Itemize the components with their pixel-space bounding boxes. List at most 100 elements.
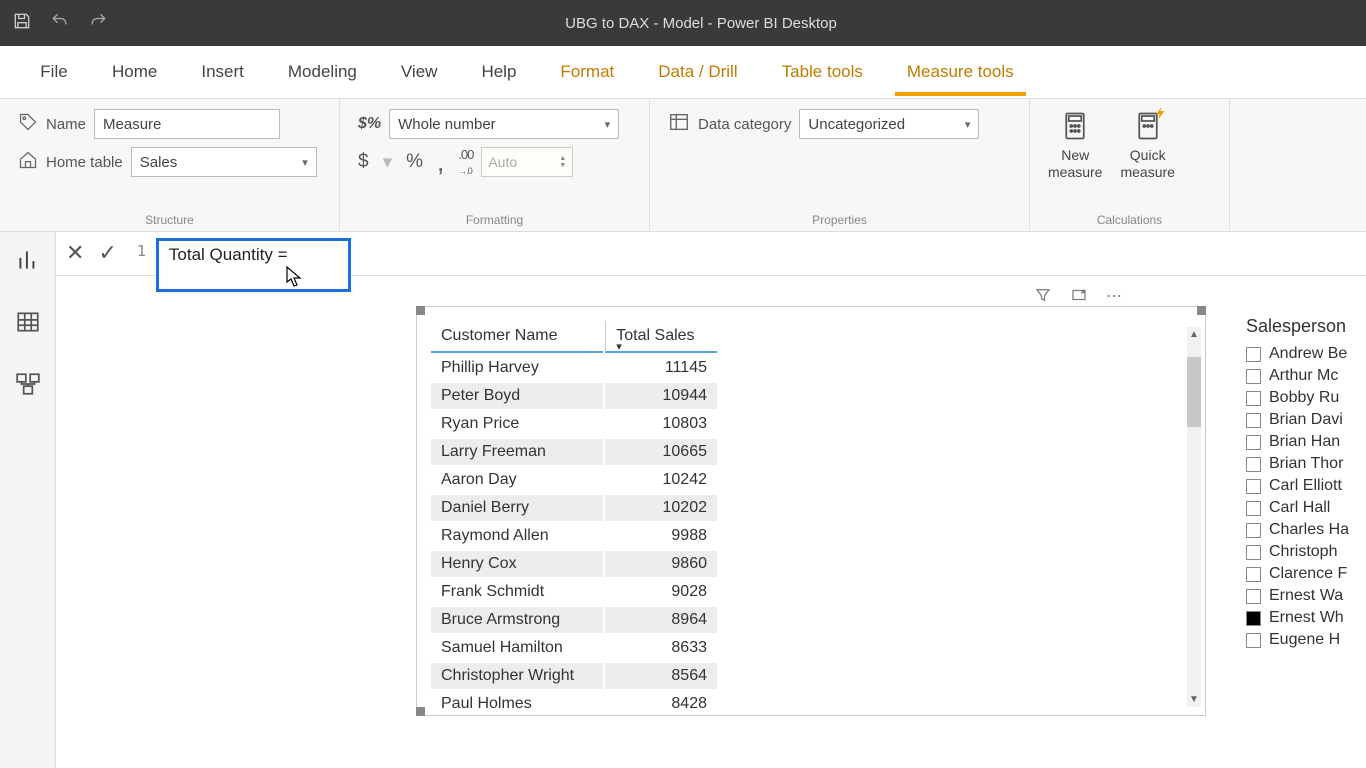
data-view-button[interactable] [12, 306, 44, 338]
tab-modeling[interactable]: Modeling [266, 46, 379, 98]
table-row[interactable]: Daniel Berry10202 [431, 495, 717, 521]
table-row[interactable]: Aaron Day10242 [431, 467, 717, 493]
table-row[interactable]: Paul Holmes8428 [431, 691, 717, 717]
checkbox-icon[interactable] [1246, 523, 1261, 538]
table-row[interactable]: Phillip Harvey11145 [431, 355, 717, 381]
scrollbar[interactable]: ▲ ▼ [1187, 327, 1201, 707]
slicer-item[interactable]: Ernest Wh [1246, 607, 1366, 629]
resize-handle[interactable] [1197, 306, 1206, 315]
table-row[interactable]: Henry Cox9860 [431, 551, 717, 577]
name-label: Name [46, 116, 86, 133]
name-input[interactable] [94, 109, 280, 139]
scroll-thumb[interactable] [1187, 357, 1201, 427]
cancel-formula-button[interactable]: ✕ [66, 240, 84, 266]
model-view-button[interactable] [12, 368, 44, 400]
new-measure-button[interactable]: Newmeasure [1048, 109, 1102, 181]
home-table-select[interactable]: Sales▾ [131, 147, 317, 177]
checkbox-icon[interactable] [1246, 589, 1261, 604]
slicer-title: Salesperson [1246, 316, 1366, 337]
comma-button[interactable]: , [437, 157, 444, 167]
window-title: UBG to DAX - Model - Power BI Desktop [108, 15, 1354, 32]
slicer-item[interactable]: Bobby Ru [1246, 387, 1366, 409]
tab-view[interactable]: View [379, 46, 460, 98]
table-row[interactable]: Raymond Allen9988 [431, 523, 717, 549]
table-row[interactable]: Samuel Hamilton8633 [431, 635, 717, 661]
decimal-places-input[interactable]: Auto ▲▼ [481, 147, 573, 177]
data-category-select[interactable]: Uncategorized▾ [799, 109, 979, 139]
resize-handle[interactable] [416, 306, 425, 315]
slicer-item[interactable]: Brian Davi [1246, 409, 1366, 431]
home-table-label: Home table [46, 154, 123, 171]
checkbox-icon[interactable] [1246, 457, 1261, 472]
group-caption-structure: Structure [18, 213, 321, 227]
currency-button[interactable]: $ [358, 151, 369, 173]
salesperson-slicer[interactable]: Salesperson Andrew BeArthur McBobby RuBr… [1246, 316, 1366, 651]
stepper-icon[interactable]: ▲▼ [559, 155, 566, 169]
group-caption-formatting: Formatting [358, 213, 631, 227]
chevron-down-icon: ▾ [605, 118, 611, 131]
scroll-down-icon[interactable]: ▼ [1189, 694, 1199, 705]
slicer-item[interactable]: Charles Ha [1246, 519, 1366, 541]
slicer-item[interactable]: Arthur Mc [1246, 365, 1366, 387]
percent-button[interactable]: % [406, 151, 423, 173]
table-row[interactable]: Peter Boyd10944 [431, 383, 717, 409]
table-row[interactable]: Larry Freeman10665 [431, 439, 717, 465]
slicer-item[interactable]: Ernest Wa [1246, 585, 1366, 607]
slicer-item[interactable]: Eugene H [1246, 629, 1366, 651]
checkbox-icon[interactable] [1246, 347, 1261, 362]
tab-table-tools[interactable]: Table tools [760, 46, 885, 98]
slicer-item[interactable]: Clarence F [1246, 563, 1366, 585]
report-canvas[interactable]: ⋯ ▲ ▼ Customer Name Total Sales Phillip … [56, 276, 1366, 768]
redo-icon[interactable] [88, 11, 108, 36]
table-row[interactable]: Bruce Armstrong8964 [431, 607, 717, 633]
slicer-item[interactable]: Carl Hall [1246, 497, 1366, 519]
tab-home[interactable]: Home [90, 46, 179, 98]
slicer-item[interactable]: Christoph [1246, 541, 1366, 563]
tab-data-drill[interactable]: Data / Drill [636, 46, 759, 98]
checkbox-icon[interactable] [1246, 501, 1261, 516]
checkbox-icon[interactable] [1246, 369, 1261, 384]
report-view-button[interactable] [12, 244, 44, 276]
slicer-item[interactable]: Brian Thor [1246, 453, 1366, 475]
save-icon[interactable] [12, 11, 32, 36]
checkbox-icon[interactable] [1246, 633, 1261, 648]
title-bar: UBG to DAX - Model - Power BI Desktop [0, 0, 1366, 46]
checkbox-icon[interactable] [1246, 435, 1261, 450]
quick-measure-button[interactable]: Quickmeasure [1120, 109, 1174, 181]
menu-bar: File Home Insert Modeling View Help Form… [0, 46, 1366, 99]
tab-help[interactable]: Help [459, 46, 538, 98]
checkbox-icon[interactable] [1246, 567, 1261, 582]
column-header-sales[interactable]: Total Sales [605, 321, 717, 353]
checkbox-icon[interactable] [1246, 545, 1261, 560]
slicer-item[interactable]: Carl Elliott [1246, 475, 1366, 497]
cursor-icon [285, 265, 303, 289]
tab-format[interactable]: Format [538, 46, 636, 98]
undo-icon[interactable] [50, 11, 70, 36]
category-icon [668, 111, 690, 138]
checkbox-icon[interactable] [1246, 413, 1261, 428]
commit-formula-button[interactable]: ✓ [98, 240, 116, 266]
tag-icon [18, 112, 38, 137]
decimals-button[interactable]: .00→.0 [458, 147, 473, 177]
tab-measure-tools[interactable]: Measure tools [885, 46, 1036, 98]
ribbon: Name Home table Sales▾ Structure $% Whol… [0, 99, 1366, 232]
formula-input[interactable]: Total Quantity = [156, 238, 351, 292]
formula-bar: ✕ ✓ 1 Total Quantity = [56, 232, 1366, 276]
table-visual[interactable]: ▲ ▼ Customer Name Total Sales Phillip Ha… [416, 306, 1206, 716]
checkbox-icon[interactable] [1246, 391, 1261, 406]
calculator-lightning-icon [1131, 109, 1165, 143]
table-row[interactable]: Ryan Price10803 [431, 411, 717, 437]
table-row[interactable]: Christopher Wright8564 [431, 663, 717, 689]
format-type-icon: $% [358, 115, 381, 133]
file-menu[interactable]: File [18, 46, 90, 98]
scroll-up-icon[interactable]: ▲ [1189, 329, 1199, 340]
checkbox-icon[interactable] [1246, 479, 1261, 494]
format-select[interactable]: Whole number▾ [389, 109, 619, 139]
tab-insert[interactable]: Insert [179, 46, 266, 98]
slicer-item[interactable]: Andrew Be [1246, 343, 1366, 365]
slicer-item[interactable]: Brian Han [1246, 431, 1366, 453]
column-header-customer[interactable]: Customer Name [431, 321, 603, 353]
table-row[interactable]: Frank Schmidt9028 [431, 579, 717, 605]
checkbox-icon[interactable] [1246, 611, 1261, 626]
resize-handle[interactable] [416, 707, 425, 716]
